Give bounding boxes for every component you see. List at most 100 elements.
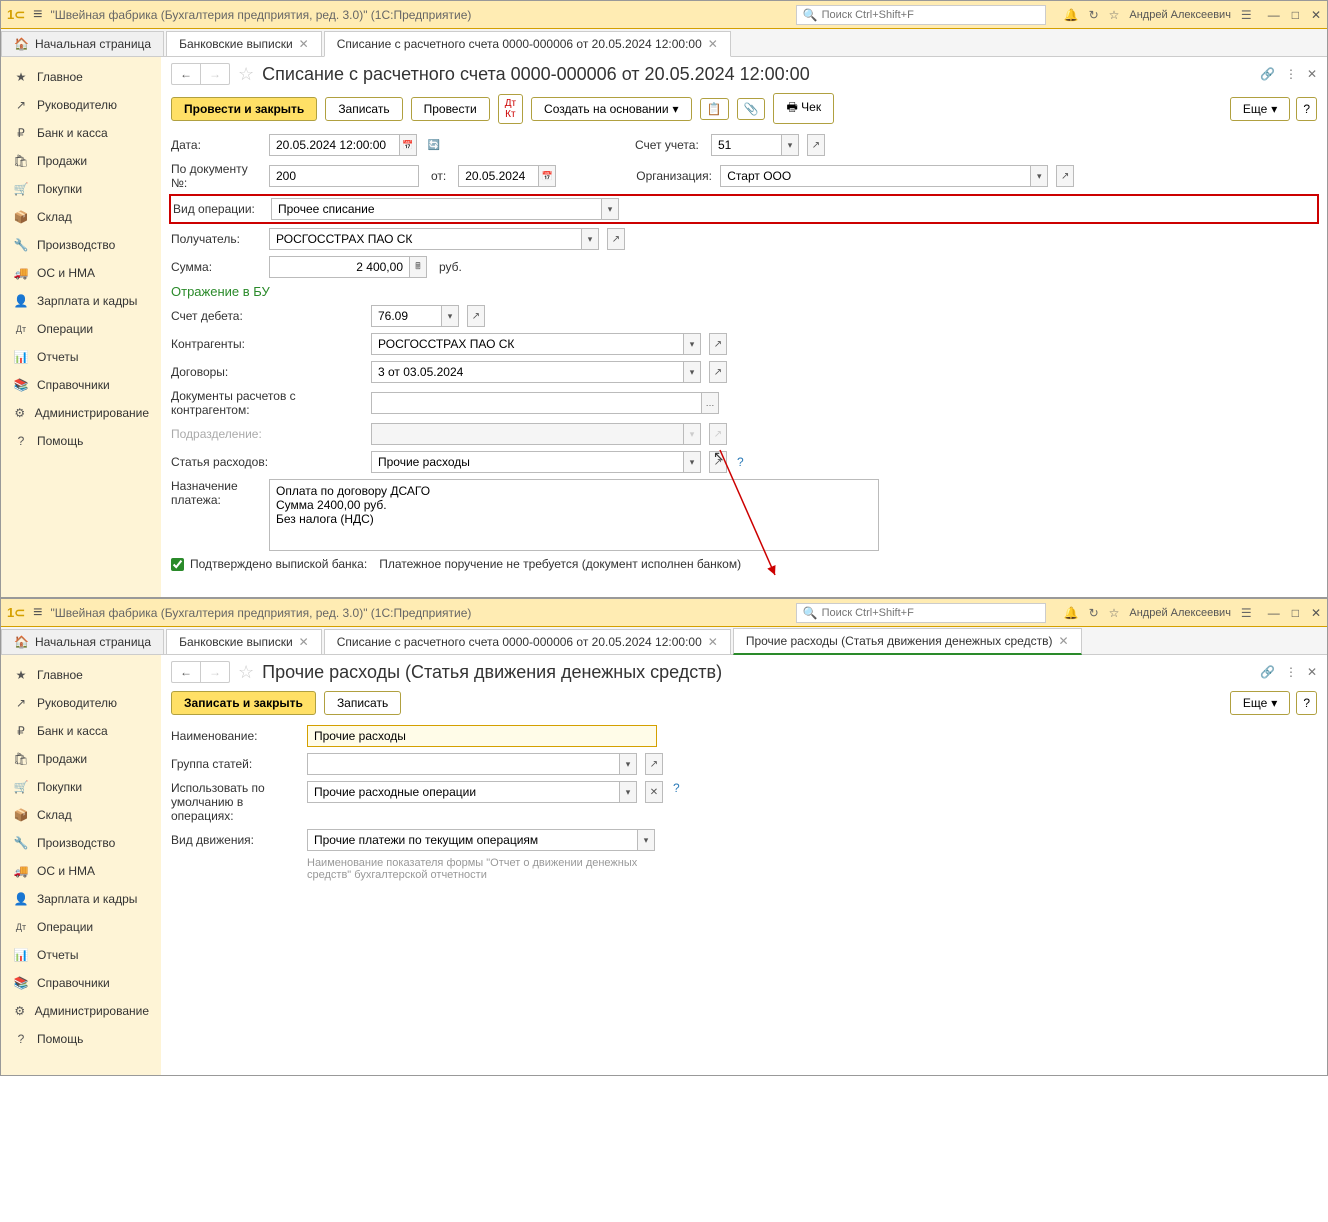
tab-writeoff[interactable]: Списание с расчетного счета 0000-000006 … bbox=[324, 629, 731, 654]
sidebar-item-help[interactable]: ?Помощь bbox=[1, 427, 161, 455]
more-button[interactable]: Еще ▾ bbox=[1230, 691, 1290, 715]
calendar-icon[interactable]: 📅 bbox=[399, 134, 417, 156]
menu-icon[interactable]: ≡ bbox=[33, 604, 42, 622]
chevron-down-icon[interactable]: ▾ bbox=[601, 198, 619, 220]
settings-icon[interactable]: ☰ bbox=[1241, 606, 1252, 620]
close-button[interactable]: ✕ bbox=[1311, 606, 1321, 620]
close-doc-button[interactable]: ✕ bbox=[1307, 665, 1317, 679]
more-button[interactable]: Еще ▾ bbox=[1230, 97, 1290, 121]
help-button[interactable]: ? bbox=[1296, 691, 1317, 715]
group-input[interactable] bbox=[307, 753, 619, 775]
sidebar-item-bank[interactable]: ₽Банк и касса bbox=[1, 119, 161, 147]
close-icon[interactable]: ✕ bbox=[299, 37, 309, 51]
chevron-down-icon[interactable]: ▾ bbox=[637, 829, 655, 851]
settlement-input[interactable] bbox=[371, 392, 701, 414]
attach-button[interactable]: 📎 bbox=[737, 98, 766, 120]
help-icon[interactable]: ? bbox=[737, 455, 744, 469]
refresh-icon[interactable]: 🔄 bbox=[425, 134, 443, 156]
movement-input[interactable] bbox=[307, 829, 637, 851]
post-close-button[interactable]: Провести и закрыть bbox=[171, 97, 317, 121]
sidebar-item-admin[interactable]: ⚙Администрирование bbox=[1, 997, 161, 1025]
org-input[interactable] bbox=[720, 165, 1030, 187]
tab-home[interactable]: 🏠Начальная страница bbox=[1, 31, 164, 56]
sidebar-item-operations[interactable]: ДтОперации bbox=[1, 913, 161, 941]
open-icon[interactable]: ↗ bbox=[709, 333, 727, 355]
open-icon[interactable]: ↗ bbox=[709, 361, 727, 383]
sidebar-item-sales[interactable]: 🛍Продажи bbox=[1, 745, 161, 773]
close-button[interactable]: ✕ bbox=[1311, 8, 1321, 22]
user-name[interactable]: Андрей Алексеевич bbox=[1129, 607, 1231, 619]
history-icon[interactable]: ↻ bbox=[1089, 606, 1099, 620]
bell-icon[interactable]: 🔔 bbox=[1064, 8, 1079, 22]
sidebar-item-admin[interactable]: ⚙Администрирование bbox=[1, 399, 161, 427]
sidebar-item-hr[interactable]: 👤Зарплата и кадры bbox=[1, 287, 161, 315]
favorite-star-icon[interactable]: ☆ bbox=[238, 662, 254, 683]
purpose-textarea[interactable] bbox=[269, 479, 879, 551]
search-box[interactable]: 🔍 bbox=[796, 5, 1046, 25]
minimize-button[interactable]: — bbox=[1268, 606, 1280, 620]
account-input[interactable] bbox=[711, 134, 781, 156]
copy-button[interactable]: 📋 bbox=[700, 98, 729, 120]
search-box[interactable]: 🔍 bbox=[796, 603, 1046, 623]
forward-button[interactable]: → bbox=[201, 662, 229, 682]
help-button[interactable]: ? bbox=[1296, 97, 1317, 121]
calc-icon[interactable]: 🖩 bbox=[409, 256, 427, 278]
favorite-star-icon[interactable]: ☆ bbox=[238, 64, 254, 85]
date-input[interactable] bbox=[269, 134, 399, 156]
help-icon[interactable]: ? bbox=[673, 781, 680, 795]
calendar-icon[interactable]: 📅 bbox=[538, 165, 556, 187]
name-input[interactable] bbox=[307, 725, 657, 747]
open-icon[interactable]: ↗ bbox=[1056, 165, 1074, 187]
settings-icon[interactable]: ☰ bbox=[1241, 8, 1252, 22]
link-icon[interactable]: 🔗 bbox=[1260, 67, 1275, 81]
chevron-down-icon[interactable]: ▾ bbox=[683, 361, 701, 383]
star-icon[interactable]: ☆ bbox=[1109, 8, 1120, 22]
chevron-down-icon[interactable]: ▾ bbox=[1030, 165, 1048, 187]
back-button[interactable]: ← bbox=[172, 662, 201, 682]
open-icon[interactable]: ↗ bbox=[807, 134, 825, 156]
bell-icon[interactable]: 🔔 bbox=[1064, 606, 1079, 620]
contragent-input[interactable] bbox=[371, 333, 683, 355]
sidebar-item-manager[interactable]: ↗Руководителю bbox=[1, 689, 161, 717]
tab-expense-item[interactable]: Прочие расходы (Статья движения денежных… bbox=[733, 628, 1082, 655]
sum-input[interactable] bbox=[269, 256, 409, 278]
clear-icon[interactable]: ✕ bbox=[645, 781, 663, 803]
close-icon[interactable]: ✕ bbox=[299, 635, 309, 649]
sidebar-item-assets[interactable]: 🚚ОС и НМА bbox=[1, 857, 161, 885]
close-icon[interactable]: ✕ bbox=[1058, 634, 1068, 648]
open-icon[interactable]: ↗ bbox=[607, 228, 625, 250]
chevron-down-icon[interactable]: ▾ bbox=[619, 781, 637, 803]
sidebar-item-sales[interactable]: 🛍Продажи bbox=[1, 147, 161, 175]
star-icon[interactable]: ☆ bbox=[1109, 606, 1120, 620]
sidebar-item-warehouse[interactable]: 📦Склад bbox=[1, 801, 161, 829]
chevron-down-icon[interactable]: ▾ bbox=[441, 305, 459, 327]
open-icon[interactable]: ↗ bbox=[645, 753, 663, 775]
sidebar-item-catalogs[interactable]: 📚Справочники bbox=[1, 969, 161, 997]
sidebar-item-bank[interactable]: ₽Банк и касса bbox=[1, 717, 161, 745]
sidebar-item-help[interactable]: ?Помощь bbox=[1, 1025, 161, 1053]
search-input[interactable] bbox=[822, 9, 1039, 21]
from-date-input[interactable] bbox=[458, 165, 538, 187]
tab-home[interactable]: 🏠Начальная страница bbox=[1, 629, 164, 654]
minimize-button[interactable]: — bbox=[1268, 8, 1280, 22]
sidebar-item-hr[interactable]: 👤Зарплата и кадры bbox=[1, 885, 161, 913]
sidebar-item-warehouse[interactable]: 📦Склад bbox=[1, 203, 161, 231]
user-name[interactable]: Андрей Алексеевич bbox=[1129, 9, 1231, 21]
close-icon[interactable]: ✕ bbox=[708, 37, 718, 51]
sidebar-item-reports[interactable]: 📊Отчеты bbox=[1, 343, 161, 371]
sidebar-item-manager[interactable]: ↗Руководителю bbox=[1, 91, 161, 119]
maximize-button[interactable]: □ bbox=[1292, 606, 1299, 620]
tab-bank-statements[interactable]: Банковские выписки✕ bbox=[166, 629, 322, 654]
dtkt-button[interactable]: ДтКт bbox=[498, 94, 523, 124]
open-icon[interactable]: ↗ bbox=[467, 305, 485, 327]
chevron-down-icon[interactable]: ▾ bbox=[683, 451, 701, 473]
link-icon[interactable]: 🔗 bbox=[1260, 665, 1275, 679]
save-button[interactable]: Записать bbox=[324, 691, 401, 715]
docnum-input[interactable] bbox=[269, 165, 419, 187]
sidebar-item-production[interactable]: 🔧Производство bbox=[1, 829, 161, 857]
sidebar-item-purchases[interactable]: 🛒Покупки bbox=[1, 773, 161, 801]
close-doc-button[interactable]: ✕ bbox=[1307, 67, 1317, 81]
chevron-down-icon[interactable]: ▾ bbox=[781, 134, 799, 156]
sidebar-item-operations[interactable]: ДтОперации bbox=[1, 315, 161, 343]
expense-input[interactable] bbox=[371, 451, 683, 473]
